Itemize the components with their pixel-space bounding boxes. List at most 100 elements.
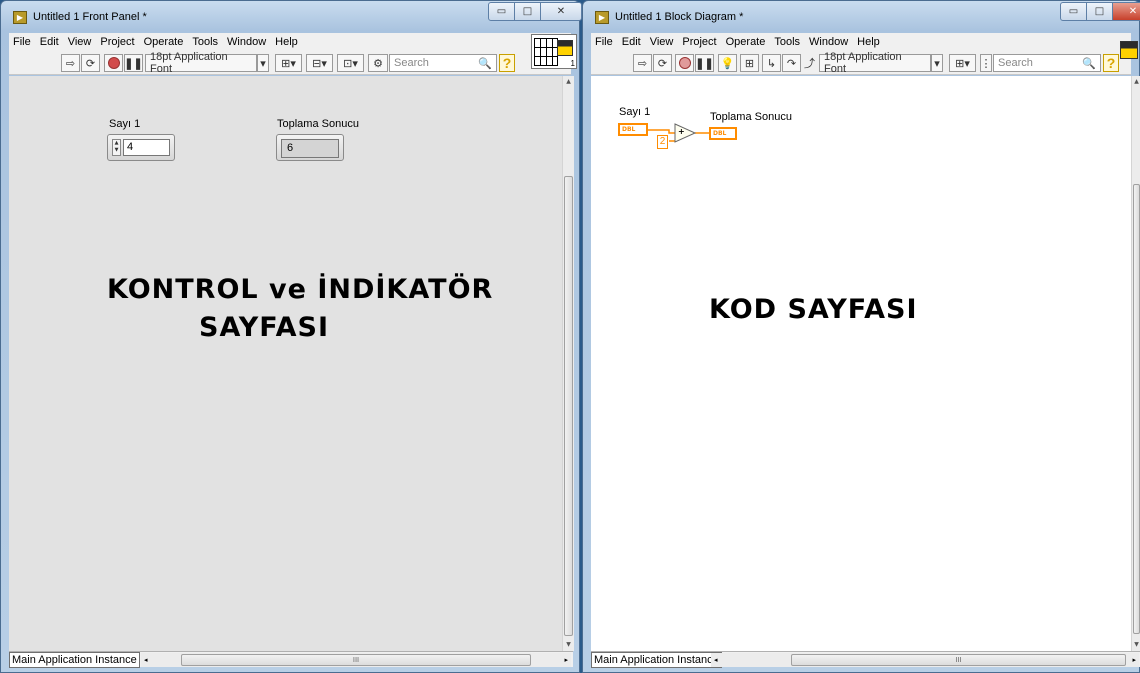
result-numeric-indicator: 6: [276, 134, 344, 161]
block-diagram-menubar: File Edit View Project Operate Tools Win…: [591, 33, 1131, 51]
menu-view[interactable]: View: [650, 36, 674, 48]
pause-icon[interactable]: ❚❚: [695, 54, 714, 72]
distribute-objects-icon[interactable]: ⋮: [980, 54, 992, 72]
numeric-constant[interactable]: 2: [657, 135, 668, 149]
minimize-button[interactable]: ▭: [488, 2, 515, 21]
scroll-right-arrow-icon[interactable]: ▸: [1132, 653, 1136, 667]
close-button[interactable]: ✕: [1112, 2, 1140, 21]
vi-icon[interactable]: [557, 40, 573, 56]
menu-file[interactable]: File: [595, 36, 613, 48]
menu-tools[interactable]: Tools: [774, 36, 800, 48]
step-out-icon[interactable]: ⤴: [802, 54, 817, 72]
horizontal-scroll-thumb[interactable]: III: [791, 654, 1126, 666]
block-diagram-statusbar: Main Application Instance ◂ III ▸: [591, 651, 1140, 668]
front-panel-canvas[interactable]: Sayı 1 ▲ ▼ 4 Toplama Sonucu 6 KONTROL ve …: [9, 76, 562, 651]
window-caption-buttons: ▭ □ ✕: [1060, 2, 1140, 21]
block-diagram-horizontal-scrollbar[interactable]: ◂ III ▸: [711, 653, 1139, 667]
front-panel-titlebar[interactable]: ▶ Untitled 1 Front Panel * ▭ □ ✕: [1, 1, 582, 33]
run-continuously-icon[interactable]: ⟳: [81, 54, 100, 72]
scroll-down-arrow-icon[interactable]: ▼: [563, 639, 574, 651]
font-dropdown[interactable]: 18pt Application Font: [145, 51, 257, 75]
horizontal-scroll-thumb[interactable]: III: [181, 654, 531, 666]
search-input[interactable]: Search 🔍: [389, 54, 497, 72]
maximize-button[interactable]: □: [1086, 2, 1113, 21]
font-dropdown-arrow-icon[interactable]: ▾: [257, 54, 269, 72]
abort-button[interactable]: [104, 54, 123, 72]
stop-icon: [107, 57, 120, 69]
distribute-objects-icon[interactable]: ⊟▾: [306, 54, 333, 72]
menu-operate[interactable]: Operate: [144, 36, 184, 48]
menu-file[interactable]: File: [13, 36, 31, 48]
menu-edit[interactable]: Edit: [40, 36, 59, 48]
add-function-symbol: +: [678, 127, 685, 136]
close-button[interactable]: ✕: [540, 2, 582, 21]
run-arrow-icon[interactable]: ⇨: [61, 54, 80, 72]
block-diagram-titlebar[interactable]: ▶ Untitled 1 Block Diagram * ▭ □ ✕: [583, 1, 1140, 33]
abort-button[interactable]: [675, 54, 694, 72]
menu-operate[interactable]: Operate: [726, 36, 766, 48]
menu-tools[interactable]: Tools: [192, 36, 218, 48]
stop-icon: [678, 57, 691, 69]
increment-decrement-icon[interactable]: ▲ ▼: [112, 139, 121, 156]
context-help-icon[interactable]: ?: [1103, 54, 1119, 72]
front-panel-vertical-scrollbar[interactable]: ▲ ▼: [562, 76, 574, 651]
block-diagram-canvas[interactable]: Sayı 1 DBL + 2 Toplama Sonucu DBL KOD SA…: [591, 76, 1131, 651]
menu-project[interactable]: Project: [682, 36, 716, 48]
connector-pane[interactable]: 1: [531, 34, 577, 69]
vertical-scroll-thumb[interactable]: [564, 176, 573, 636]
step-into-icon[interactable]: ↳: [762, 54, 781, 72]
highlight-execution-icon[interactable]: 💡: [718, 54, 737, 72]
result-indicator-terminal[interactable]: DBL: [709, 127, 737, 140]
scroll-up-arrow-icon[interactable]: ▲: [1132, 76, 1140, 88]
font-dropdown-label: 18pt Application Font: [150, 51, 228, 75]
step-over-icon[interactable]: ↷: [782, 54, 801, 72]
menu-help[interactable]: Help: [275, 36, 298, 48]
search-icon[interactable]: 🔍: [1082, 57, 1096, 70]
result-value-display: 6: [281, 139, 339, 158]
scroll-down-arrow-icon[interactable]: ▼: [1132, 639, 1140, 651]
resize-objects-icon[interactable]: ⊡▾: [337, 54, 364, 72]
scroll-up-arrow-icon[interactable]: ▲: [563, 76, 574, 88]
wire-sayi1-to-add[interactable]: [648, 129, 675, 134]
run-arrow-icon[interactable]: ⇨: [633, 54, 652, 72]
font-dropdown-arrow-icon[interactable]: ▾: [931, 54, 943, 72]
labview-app-icon: ▶: [13, 11, 27, 24]
vertical-scroll-thumb[interactable]: [1133, 184, 1140, 634]
maximize-button[interactable]: □: [514, 2, 541, 21]
result-terminal-label: Toplama Sonucu: [710, 111, 792, 123]
scroll-right-arrow-icon[interactable]: ▸: [564, 653, 568, 667]
application-instance-label[interactable]: Main Application Instance: [591, 652, 722, 668]
context-help-icon[interactable]: ?: [499, 54, 515, 72]
front-panel-heading-line1: KONTROL ve İNDİKATÖR: [107, 274, 494, 305]
menu-project[interactable]: Project: [100, 36, 134, 48]
front-panel-statusbar: Main Application Instance ◂ III ▸: [9, 651, 573, 668]
search-input[interactable]: Search 🔍: [993, 54, 1101, 72]
minimize-button[interactable]: ▭: [1060, 2, 1087, 21]
labview-app-icon: ▶: [595, 11, 609, 24]
sayi1-numeric-control[interactable]: ▲ ▼ 4: [107, 134, 175, 161]
pause-icon[interactable]: ❚❚: [124, 54, 143, 72]
block-diagram-vertical-scrollbar[interactable]: ▲ ▼: [1131, 76, 1140, 651]
search-placeholder: Search: [998, 57, 1033, 69]
front-panel-window: ▶ Untitled 1 Front Panel * ▭ □ ✕ File Ed…: [0, 0, 582, 673]
scroll-left-arrow-icon[interactable]: ◂: [714, 653, 718, 667]
result-indicator-label: Toplama Sonucu: [277, 118, 359, 130]
front-panel-horizontal-scrollbar[interactable]: ◂ III ▸: [141, 653, 571, 667]
application-instance-label[interactable]: Main Application Instance: [9, 652, 140, 668]
sayi1-value-field[interactable]: 4: [123, 139, 170, 156]
menu-window[interactable]: Window: [809, 36, 848, 48]
front-panel-title: Untitled 1 Front Panel *: [33, 11, 147, 23]
run-continuously-icon[interactable]: ⟳: [653, 54, 672, 72]
menu-edit[interactable]: Edit: [622, 36, 641, 48]
align-objects-icon[interactable]: ⊞▾: [275, 54, 302, 72]
scroll-left-arrow-icon[interactable]: ◂: [144, 653, 148, 667]
menu-view[interactable]: View: [68, 36, 92, 48]
align-objects-icon[interactable]: ⊞▾: [949, 54, 976, 72]
search-icon[interactable]: 🔍: [478, 57, 492, 70]
menu-window[interactable]: Window: [227, 36, 266, 48]
font-dropdown[interactable]: 18pt Application Font: [819, 51, 931, 75]
reorder-icon[interactable]: ⚙: [368, 54, 388, 72]
menu-help[interactable]: Help: [857, 36, 880, 48]
retain-wire-values-icon[interactable]: ⊞: [740, 54, 759, 72]
vi-icon[interactable]: [1120, 41, 1138, 59]
